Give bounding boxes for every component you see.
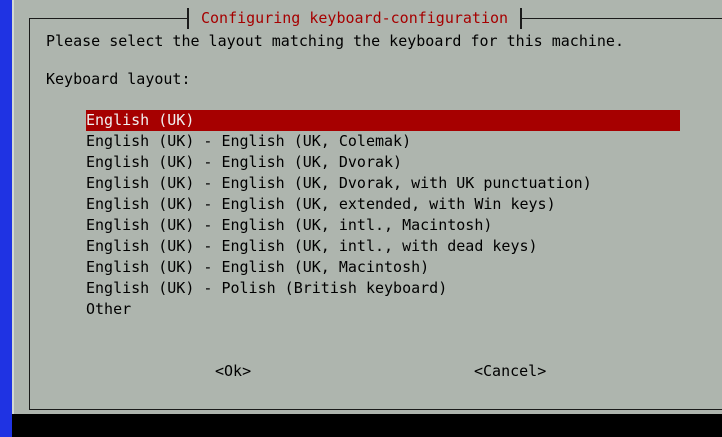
layout-option[interactable]: English (UK) - English (UK, Dvorak) — [86, 152, 680, 173]
layout-option[interactable]: English (UK) - English (UK, intl., with … — [86, 236, 680, 257]
keyboard-layout-list[interactable]: English (UK) English (UK) - English (UK,… — [86, 110, 680, 320]
screen-edge — [0, 414, 12, 437]
ok-button[interactable]: <Ok> — [215, 361, 251, 382]
layout-option[interactable]: English (UK) - Polish (British keyboard) — [86, 278, 680, 299]
keyboard-layout-dialog: Configuring keyboard-configuration Pleas… — [12, 0, 722, 414]
cancel-button[interactable]: <Cancel> — [474, 361, 546, 382]
layout-option[interactable]: English (UK) - English (UK, Macintosh) — [86, 257, 680, 278]
layout-option[interactable]: English (UK) - English (UK, intl., Macin… — [86, 215, 680, 236]
dialog-title: Configuring keyboard-configuration — [187, 8, 523, 29]
keyboard-layout-label: Keyboard layout: — [46, 70, 191, 88]
layout-option[interactable]: English (UK) - English (UK, Colemak) — [86, 131, 680, 152]
layout-option[interactable]: English (UK) - English (UK, extended, wi… — [86, 194, 680, 215]
layout-option[interactable]: Other — [86, 299, 680, 320]
console-bottom-bar — [0, 414, 722, 437]
layout-option-selected[interactable]: English (UK) — [86, 110, 680, 131]
layout-option[interactable]: English (UK) - English (UK, Dvorak, with… — [86, 173, 680, 194]
dialog-prompt: Please select the layout matching the ke… — [46, 32, 624, 50]
